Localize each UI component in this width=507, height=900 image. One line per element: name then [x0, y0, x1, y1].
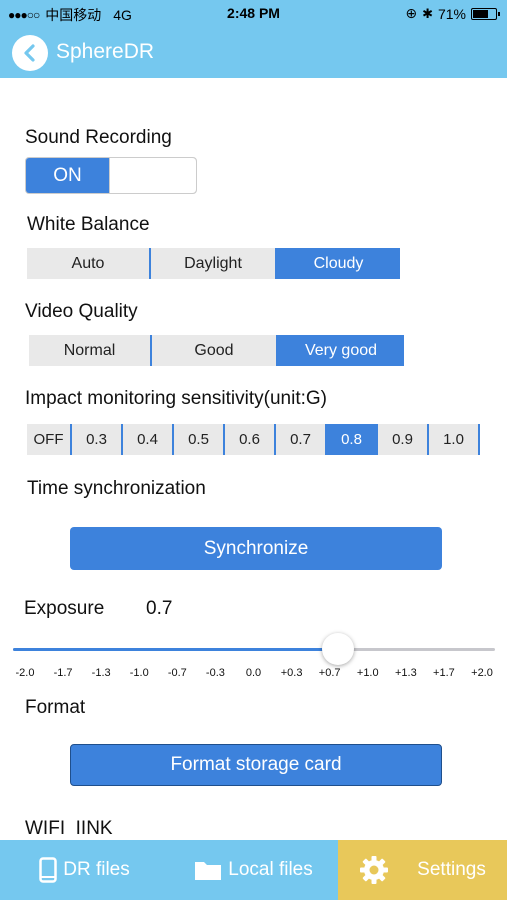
gear-icon: [360, 856, 389, 884]
chevron-left-icon: [24, 44, 35, 62]
impact-option-1-0[interactable]: 1.0: [429, 424, 480, 455]
format-label: Format: [25, 697, 86, 718]
exposure-tick-label: -0.3: [205, 667, 225, 679]
white-balance-auto[interactable]: Auto: [27, 248, 151, 279]
exposure-slider-fill: [13, 648, 339, 651]
nav-bar: SphereDR: [0, 26, 507, 78]
video-quality-very-good[interactable]: Very good: [278, 335, 404, 366]
exposure-tick-label: +1.3: [394, 667, 417, 679]
back-button[interactable]: [12, 35, 48, 71]
tab-local-files[interactable]: Local files: [169, 840, 338, 900]
video-quality-good[interactable]: Good: [152, 335, 278, 366]
time-sync-label: Time synchronization: [27, 478, 206, 499]
battery-percent: 71%: [437, 5, 466, 22]
tab-bar: DR files Local files Settings: [0, 840, 507, 900]
bluetooth-icon: ✱: [422, 5, 433, 21]
exposure-tick-label: -0.7: [167, 667, 187, 679]
toggle-on-label: ON: [26, 158, 109, 193]
exposure-tick-label: +1.7: [433, 667, 455, 679]
exposure-tick-label: -2.0: [15, 667, 35, 679]
impact-option-0-6[interactable]: 0.6: [225, 424, 276, 455]
phone-icon: [39, 857, 57, 883]
exposure-slider-track[interactable]: [13, 648, 495, 651]
sound-recording-toggle[interactable]: ON: [25, 157, 197, 194]
white-balance-segmented: Auto Daylight Cloudy: [27, 248, 400, 279]
exposure-tick-label: +0.3: [280, 667, 303, 679]
folder-icon: [195, 862, 222, 880]
synchronize-button[interactable]: Synchronize: [70, 527, 442, 570]
tab-local-files-label: Local files: [228, 859, 313, 880]
battery-icon: [471, 7, 500, 20]
exposure-value: 0.7: [146, 598, 173, 619]
exposure-tick-label: +0.7: [318, 667, 341, 679]
video-quality-segmented: Normal Good Very good: [29, 335, 404, 366]
impact-option-0-8[interactable]: 0.8: [327, 424, 378, 455]
tab-dr-files[interactable]: DR files: [0, 840, 169, 900]
exposure-tick-label: +1.0: [356, 667, 379, 679]
video-quality-normal[interactable]: Normal: [29, 335, 152, 366]
video-quality-label: Video Quality: [25, 301, 138, 322]
white-balance-cloudy[interactable]: Cloudy: [277, 248, 400, 279]
exposure-tick-label: +2.0: [471, 667, 493, 679]
impact-option-0-9[interactable]: 0.9: [378, 424, 429, 455]
status-bar: ●●●○○ 中国移动 4G 2:48 PM ⊕ ✱ 71%: [0, 0, 507, 26]
exposure-label: Exposure: [24, 598, 105, 619]
toggle-knob: [109, 158, 196, 193]
format-storage-card-button[interactable]: Format storage card: [70, 744, 442, 786]
status-right: ⊕ ✱ 71%: [405, 5, 500, 22]
exposure-tick-label: -1.7: [53, 667, 73, 679]
exposure-tick-label: -1.0: [129, 667, 149, 679]
tab-settings-label: Settings: [417, 859, 486, 880]
tab-settings[interactable]: Settings: [338, 840, 507, 900]
page-title: SphereDR: [56, 40, 155, 63]
wifi-link-label: WIFI IINK: [25, 818, 113, 839]
white-balance-label: White Balance: [27, 214, 150, 235]
sound-recording-label: Sound Recording: [25, 127, 172, 148]
impact-option-off[interactable]: OFF: [27, 424, 72, 455]
impact-option-0-7[interactable]: 0.7: [276, 424, 327, 455]
exposure-tick-label: -1.3: [91, 667, 111, 679]
impact-option-0-3[interactable]: 0.3: [72, 424, 123, 455]
white-balance-daylight[interactable]: Daylight: [151, 248, 277, 279]
impact-sensitivity-label: Impact monitoring sensitivity(unit:G): [25, 388, 327, 409]
impact-sensitivity-segmented: OFF 0.3 0.4 0.5 0.6 0.7 0.8 0.9 1.0: [27, 424, 480, 455]
impact-option-0-4[interactable]: 0.4: [123, 424, 174, 455]
impact-option-0-5[interactable]: 0.5: [174, 424, 225, 455]
tab-dr-files-label: DR files: [63, 859, 130, 880]
rotation-lock-icon: ⊕: [405, 5, 418, 21]
exposure-slider-thumb[interactable]: [322, 633, 355, 665]
exposure-tick-labels: -2.0 -1.7 -1.3 -1.0 -0.7 -0.3 0.0 +0.3 +0.7 +1.0 +…: [0, 667, 507, 681]
exposure-tick-label: 0.0: [245, 667, 262, 679]
